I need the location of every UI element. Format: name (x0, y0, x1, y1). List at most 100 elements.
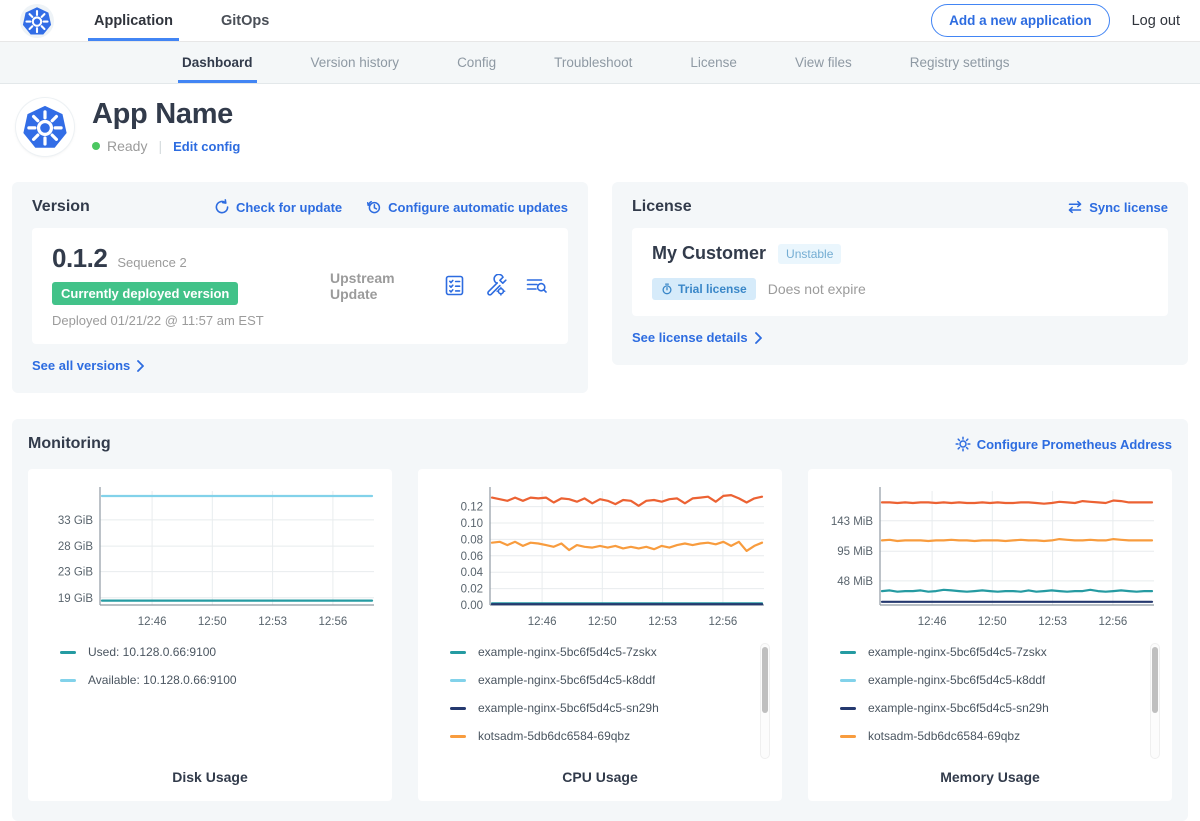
kubernetes-app-icon (22, 104, 68, 150)
config-wrench-icon[interactable] (484, 274, 507, 297)
configure-automatic-updates-link[interactable]: Configure automatic updates (366, 199, 568, 215)
license-card: License Sync license My Customer Unstabl… (612, 182, 1188, 365)
y-axis-tick-label: 48 MiB (837, 576, 873, 588)
version-number-row: 0.1.2 Sequence 2 (52, 243, 320, 274)
trial-license-badge: Trial license (652, 278, 756, 300)
current-version-info: 0.1.2 Sequence 2 Currently deployed vers… (52, 243, 320, 328)
y-axis-tick-label: 0.10 (461, 518, 483, 530)
x-axis-tick-label: 12:46 (918, 616, 947, 628)
logout-link[interactable]: Log out (1132, 13, 1180, 29)
tab-troubleshoot[interactable]: Troubleshoot (550, 42, 636, 83)
legend-label: kotsadm-5db6dc6584-69qbz (478, 729, 630, 743)
currently-deployed-badge: Currently deployed version (52, 282, 238, 305)
legend-item: Used: 10.128.0.66:9100 (60, 645, 380, 659)
check-for-update-link[interactable]: Check for update (214, 199, 342, 215)
tab-license[interactable]: License (686, 42, 741, 83)
chevron-right-icon (136, 360, 145, 372)
monitoring-header: Monitoring Configure Prometheus Address (28, 435, 1172, 453)
x-axis-tick-label: 12:53 (258, 616, 287, 628)
monitoring-title: Monitoring (28, 435, 111, 453)
version-card: Version Check for update (12, 182, 588, 393)
cpu-usage-title: CPU Usage (426, 769, 774, 785)
legend-scrollbar[interactable] (1150, 643, 1160, 759)
legend-scrollbar-thumb[interactable] (762, 647, 768, 713)
ready-status-dot (92, 142, 100, 150)
tab-dashboard[interactable]: Dashboard (178, 42, 257, 83)
primary-tab-application[interactable]: Application (88, 0, 179, 41)
primary-tab-label: GitOps (221, 13, 269, 29)
memory-usage-legend: example-nginx-5bc6f5d4c5-7zskx example-ng… (840, 645, 1160, 763)
legend-scrollbar[interactable] (760, 643, 770, 759)
dashboard-main: Version Check for update (0, 182, 1200, 821)
legend-label: Available: 10.128.0.66:9100 (88, 673, 237, 687)
legend-color-dash (450, 707, 466, 710)
x-axis-tick-label: 12:50 (978, 616, 1007, 628)
primary-nav-tabs: Application GitOps (88, 0, 311, 41)
top-navbar: ApplicationGitOps Add a new application … (0, 0, 1200, 42)
chart-series-line (492, 542, 762, 551)
legend-label: example-nginx-5bc6f5d4c5-7zskx (478, 645, 657, 659)
legend-scrollbar-thumb[interactable] (1152, 647, 1158, 713)
disk-usage-card: 12:4612:5012:5312:5633 GiB28 GiB23 GiB19… (28, 469, 392, 801)
sync-license-link[interactable]: Sync license (1067, 199, 1168, 215)
add-application-button[interactable]: Add a new application (931, 4, 1110, 37)
app-avatar (16, 98, 74, 156)
x-axis-tick-label: 12:46 (138, 616, 167, 628)
legend-item: example-nginx-5bc6f5d4c5-sn29h (840, 701, 1160, 715)
legend-color-dash (840, 707, 856, 710)
tab-config[interactable]: Config (453, 42, 500, 83)
cpu-usage-chart: 12:4612:5012:5312:560.120.100.080.060.04… (426, 481, 774, 637)
deployed-timestamp: Deployed 01/21/22 @ 11:57 am EST (52, 313, 320, 328)
y-axis-tick-label: 0.08 (461, 534, 483, 546)
expiry-label: Does not expire (768, 281, 866, 297)
chart-series-line (882, 590, 1152, 592)
license-type-row: Trial license Does not expire (652, 278, 1148, 300)
tab-registry-settings[interactable]: Registry settings (906, 42, 1014, 83)
legend-item: example-nginx-5bc6f5d4c5-7zskx (840, 645, 1160, 659)
x-axis-tick-label: 12:50 (198, 616, 227, 628)
disk-usage-legend: Used: 10.128.0.66:9100 Available: 10.128.… (60, 645, 380, 763)
y-axis-tick-label: 143 MiB (831, 516, 874, 528)
view-deploy-logs-icon[interactable] (525, 274, 548, 297)
configure-prometheus-link[interactable]: Configure Prometheus Address (955, 436, 1172, 452)
legend-item: kotsadm-5db6dc6584-69qbz (450, 729, 770, 743)
legend-label: Used: 10.128.0.66:9100 (88, 645, 216, 659)
legend-color-dash (450, 679, 466, 682)
license-details-card: My Customer Unstable Trial license Does … (632, 228, 1168, 316)
charts-row: 12:4612:5012:5312:5633 GiB28 GiB23 GiB19… (28, 469, 1172, 801)
y-axis-tick-label: 0.12 (461, 502, 483, 514)
legend-item: example-nginx-5bc6f5d4c5-sn29h (450, 701, 770, 715)
y-axis-tick-label: 0.02 (461, 584, 483, 596)
tab-view-files[interactable]: View files (791, 42, 856, 83)
x-axis-tick-label: 12:46 (528, 616, 557, 628)
x-axis-tick-label: 12:53 (648, 616, 677, 628)
top-navbar-left: Application GitOps (20, 0, 311, 41)
legend-color-dash (840, 735, 856, 738)
memory-usage-card: 12:4612:5012:5312:56143 MiB95 MiB48 MiBe… (808, 469, 1172, 801)
see-license-details-link[interactable]: See license details (632, 330, 763, 345)
version-number: 0.1.2 (52, 243, 107, 274)
y-axis-tick-label: 33 GiB (58, 515, 93, 527)
primary-tab-gitops[interactable]: GitOps (215, 0, 275, 41)
edit-config-link[interactable]: Edit config (173, 139, 240, 154)
chevron-right-icon (754, 332, 763, 344)
app-title-block: App Name Ready | Edit config (92, 98, 240, 156)
y-axis-tick-label: 0.00 (461, 600, 483, 612)
tab-version-history[interactable]: Version history (307, 42, 404, 83)
cpu-usage-card: 12:4612:5012:5312:560.120.100.080.060.04… (418, 469, 782, 801)
memory-usage-title: Memory Usage (816, 769, 1164, 785)
x-axis-tick-label: 12:56 (1099, 616, 1128, 628)
preflight-checks-icon[interactable] (443, 274, 466, 297)
legend-color-dash (450, 735, 466, 738)
y-axis-tick-label: 28 GiB (58, 541, 93, 553)
chart-series-line (882, 501, 1152, 504)
legend-label: example-nginx-5bc6f5d4c5-sn29h (868, 701, 1049, 715)
see-all-versions-link[interactable]: See all versions (32, 358, 145, 373)
legend-label: example-nginx-5bc6f5d4c5-7zskx (868, 645, 1047, 659)
legend-color-dash (60, 651, 76, 654)
customer-row: My Customer Unstable (652, 243, 1148, 264)
cards-row: Version Check for update (12, 182, 1188, 393)
version-action-icons (443, 274, 548, 297)
kubernetes-logo[interactable] (20, 4, 54, 38)
version-card-actions: Check for update Configure automatic upd… (214, 199, 568, 215)
